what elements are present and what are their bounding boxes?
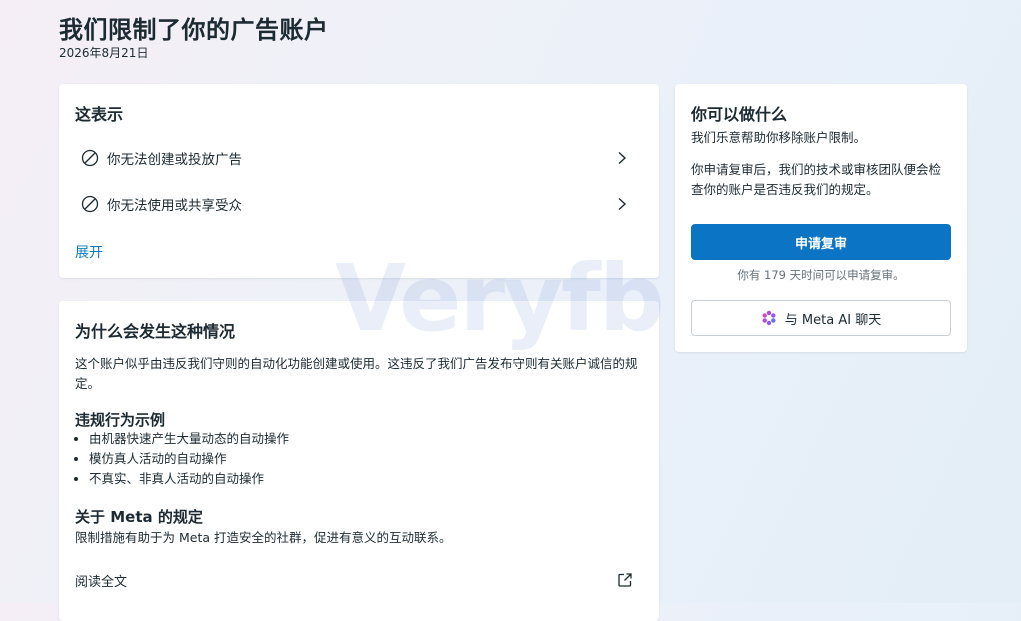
ban-icon: [81, 195, 99, 213]
meta-ai-chat-label: 与 Meta AI 聊天: [784, 312, 882, 328]
actions-heading: 你可以做什么: [691, 105, 788, 124]
expand-link[interactable]: 展开: [75, 242, 103, 262]
examples-heading: 违规行为示例: [75, 411, 166, 429]
actions-card: 你可以做什么 我们乐意帮助你移除账户限制。 你申请复审后，我们的技术或审核团队便…: [675, 84, 967, 352]
chevron-right-icon: [615, 151, 629, 165]
page-date: 2026年8月21日: [59, 46, 149, 60]
examples-list: 由机器快速产生大量动态的自动操作 模仿真人活动的自动操作 不真实、非真人活动的自…: [75, 429, 289, 489]
list-item: 由机器快速产生大量动态的自动操作: [89, 429, 289, 449]
restriction-label: 你无法使用或共享受众: [107, 198, 242, 214]
review-explanation: 你申请复审后，我们的技术或审核团队便会检查你的账户是否违反我们的规定。: [691, 162, 942, 197]
chevron-right-icon: [615, 197, 629, 211]
help-text: 我们乐意帮助你移除账户限制。: [691, 130, 867, 145]
external-link-icon: [617, 572, 633, 588]
policy-heading: 关于 Meta 的规定: [75, 508, 203, 526]
reason-description: 这个账户似乎由违反我们守则的自动化功能创建或使用。这违反了我们广告发布守则有关账…: [75, 356, 638, 391]
ban-icon: [81, 149, 99, 167]
reason-heading: 为什么会发生这种情况: [75, 322, 236, 341]
page-title: 我们限制了你的广告账户: [59, 16, 329, 44]
restrictions-card: 这表示 你无法创建或投放广告 你无法使用或共享受众 展开: [59, 84, 659, 278]
meta-ai-chat-button[interactable]: 与 Meta AI 聊天: [691, 300, 951, 336]
list-item: 不真实、非真人活动的自动操作: [89, 469, 289, 489]
days-remaining-text: 你有 179 天时间可以申请复审。: [737, 268, 905, 282]
list-item: 模仿真人活动的自动操作: [89, 449, 289, 469]
restriction-label: 你无法创建或投放广告: [107, 152, 242, 168]
restriction-item-audiences[interactable]: 你无法使用或共享受众: [75, 184, 643, 224]
reason-card: 为什么会发生这种情况 这个账户似乎由违反我们守则的自动化功能创建或使用。这违反了…: [59, 301, 659, 621]
policy-text: 限制措施有助于为 Meta 打造安全的社群，促进有意义的互动联系。: [75, 530, 452, 545]
meta-ai-icon: [761, 310, 777, 326]
read-full-text-label: 阅读全文: [75, 574, 128, 590]
restrictions-heading: 这表示: [75, 105, 124, 124]
request-review-button[interactable]: 申请复审: [691, 224, 951, 260]
read-full-text-link[interactable]: 阅读全文: [75, 567, 633, 593]
restriction-item-create-ads[interactable]: 你无法创建或投放广告: [75, 138, 643, 178]
